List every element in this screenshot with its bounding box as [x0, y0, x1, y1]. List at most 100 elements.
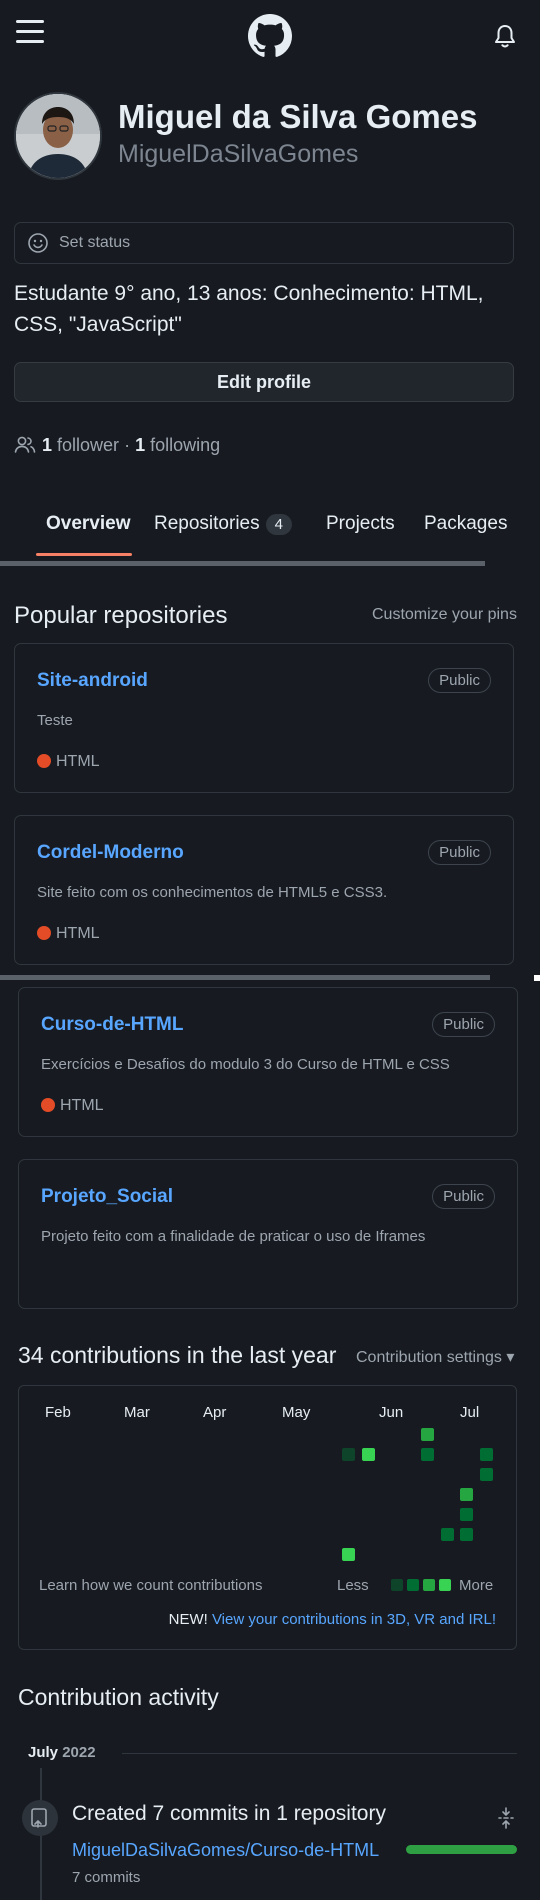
profile-name: Miguel da Silva Gomes [118, 98, 478, 135]
contribution-day[interactable] [460, 1528, 473, 1541]
contribution-graph: Feb Mar Apr May Jun Jul Learn how we cou… [18, 1385, 517, 1650]
screenshot-seam [534, 975, 540, 981]
repo-push-icon [22, 1800, 58, 1836]
caret-down-icon: ▾ [506, 1349, 515, 1366]
activity-summary[interactable]: Created 7 commits in 1 repository [72, 1802, 386, 1826]
visibility-badge: Public [428, 840, 491, 865]
visibility-badge: Public [432, 1012, 495, 1037]
month-label: May [282, 1404, 311, 1421]
legend-level-1 [391, 1579, 403, 1591]
customize-pins-link[interactable]: Customize your pins [372, 606, 517, 624]
repo-language: HTML [37, 925, 100, 943]
repo-name-link[interactable]: Cordel-Moderno [37, 842, 184, 864]
set-status-label: Set status [59, 234, 131, 251]
menu-icon[interactable] [16, 20, 44, 44]
repo-card: Site-android Public Teste HTML [14, 643, 514, 793]
contribution-day[interactable] [441, 1528, 454, 1541]
new-feature-notice: NEW! View your contributions in 3D, VR a… [169, 1611, 496, 1628]
repo-language: HTML [37, 753, 100, 771]
legend-level-4 [439, 1579, 451, 1591]
contribution-settings-dropdown[interactable]: Contribution settings ▾ [356, 1347, 514, 1367]
tab-repositories[interactable]: Repositories 4 [154, 513, 292, 535]
avatar[interactable] [14, 92, 102, 180]
active-tab-indicator [36, 553, 132, 556]
language-label: HTML [60, 1097, 104, 1114]
tab-packages[interactable]: Packages [424, 513, 507, 535]
visibility-badge: Public [432, 1184, 495, 1209]
repo-name-link[interactable]: Site-android [37, 670, 148, 692]
new-label: NEW! [168, 1611, 208, 1628]
language-label: HTML [56, 925, 100, 942]
month-label: Jul [460, 1404, 480, 1421]
month-label: Feb [45, 1404, 71, 1421]
following-label: following [150, 435, 221, 455]
profile-bio: Estudante 9° ano, 13 anos: Conhecimento:… [14, 282, 484, 336]
tab-overview[interactable]: Overview [46, 513, 131, 535]
following-link[interactable]: 1 following [135, 435, 220, 455]
month-divider [122, 1753, 517, 1754]
month-label: Mar [124, 1404, 150, 1421]
activity-repo-link[interactable]: MiguelDaSilvaGomes/Curso-de-HTML [72, 1840, 379, 1861]
activity-month: July [28, 1744, 59, 1761]
edit-profile-button[interactable]: Edit profile [14, 362, 514, 402]
contribution-day[interactable] [362, 1448, 375, 1461]
tab-repositories-label: Repositories [154, 513, 260, 534]
contribution-day[interactable] [421, 1428, 434, 1441]
repo-name-link[interactable]: Curso-de-HTML [41, 1014, 183, 1036]
horizontal-scrollbar[interactable] [0, 975, 490, 980]
tab-projects[interactable]: Projects [326, 513, 395, 535]
set-status-button[interactable]: Set status [14, 222, 514, 264]
activity-month-heading: July 2022 [28, 1744, 96, 1761]
contribution-day[interactable] [480, 1448, 493, 1461]
repo-description: Site feito com os conhecimentos de HTML5… [37, 884, 388, 901]
repositories-counter: 4 [265, 514, 292, 535]
language-color-dot [41, 1098, 55, 1112]
contribution-day[interactable] [460, 1508, 473, 1521]
contribution-day[interactable] [421, 1448, 434, 1461]
language-color-dot [37, 926, 51, 940]
follow-separator: · [124, 435, 131, 455]
legend-level-3 [423, 1579, 435, 1591]
contributions-title: 34 contributions in the last year [18, 1342, 337, 1368]
activity-year: 2022 [62, 1744, 96, 1761]
popular-repositories-title: Popular repositories [14, 602, 228, 629]
contribution-day[interactable] [342, 1448, 355, 1461]
contribution-day[interactable] [460, 1488, 473, 1501]
contribution-activity-title: Contribution activity [18, 1684, 219, 1710]
followers-link[interactable]: 1 follower [42, 435, 119, 455]
contribution-day[interactable] [480, 1468, 493, 1481]
bell-icon[interactable] [494, 24, 516, 48]
repo-card: Curso-de-HTML Public Exercícios e Desafi… [18, 987, 518, 1137]
language-color-dot [37, 754, 51, 768]
visibility-badge: Public [428, 668, 491, 693]
following-count: 1 [135, 435, 146, 455]
github-logo-icon[interactable] [248, 14, 292, 58]
activity-commit-count[interactable]: 7 commits [72, 1869, 140, 1886]
language-label: HTML [56, 753, 100, 770]
skyline-link[interactable]: View your contributions in 3D, VR and IR… [212, 1611, 496, 1628]
repo-language: HTML [41, 1097, 104, 1115]
legend-more-label: More [459, 1577, 494, 1594]
horizontal-scrollbar[interactable] [0, 561, 485, 566]
month-label: Apr [203, 1404, 227, 1421]
repo-name-link[interactable]: Projeto_Social [41, 1186, 173, 1208]
repo-description: Exercícios e Desafios do modulo 3 do Cur… [41, 1056, 450, 1073]
profile-login: MiguelDaSilvaGomes [118, 140, 359, 168]
month-label: Jun [379, 1404, 404, 1421]
repo-description: Teste [37, 712, 73, 729]
smiley-icon [27, 232, 49, 259]
contribution-settings-label: Contribution settings [356, 1349, 502, 1366]
commit-share-bar [406, 1845, 517, 1854]
legend-level-2 [407, 1579, 419, 1591]
follow-stats: 1 follower · 1 following [14, 435, 220, 459]
contribution-day[interactable] [342, 1548, 355, 1561]
people-icon [14, 436, 36, 459]
followers-count: 1 [42, 435, 53, 455]
fold-icon[interactable] [496, 1806, 516, 1830]
learn-contributions-link[interactable]: Learn how we count contributions [39, 1577, 262, 1594]
legend-less-label: Less [337, 1577, 369, 1594]
profile-tabs: Overview Repositories 4 Projects Packages [0, 505, 540, 555]
repo-card: Projeto_Social Public Projeto feito com … [18, 1159, 518, 1309]
followers-label: follower [57, 435, 120, 455]
repo-card: Cordel-Moderno Public Site feito com os … [14, 815, 514, 965]
